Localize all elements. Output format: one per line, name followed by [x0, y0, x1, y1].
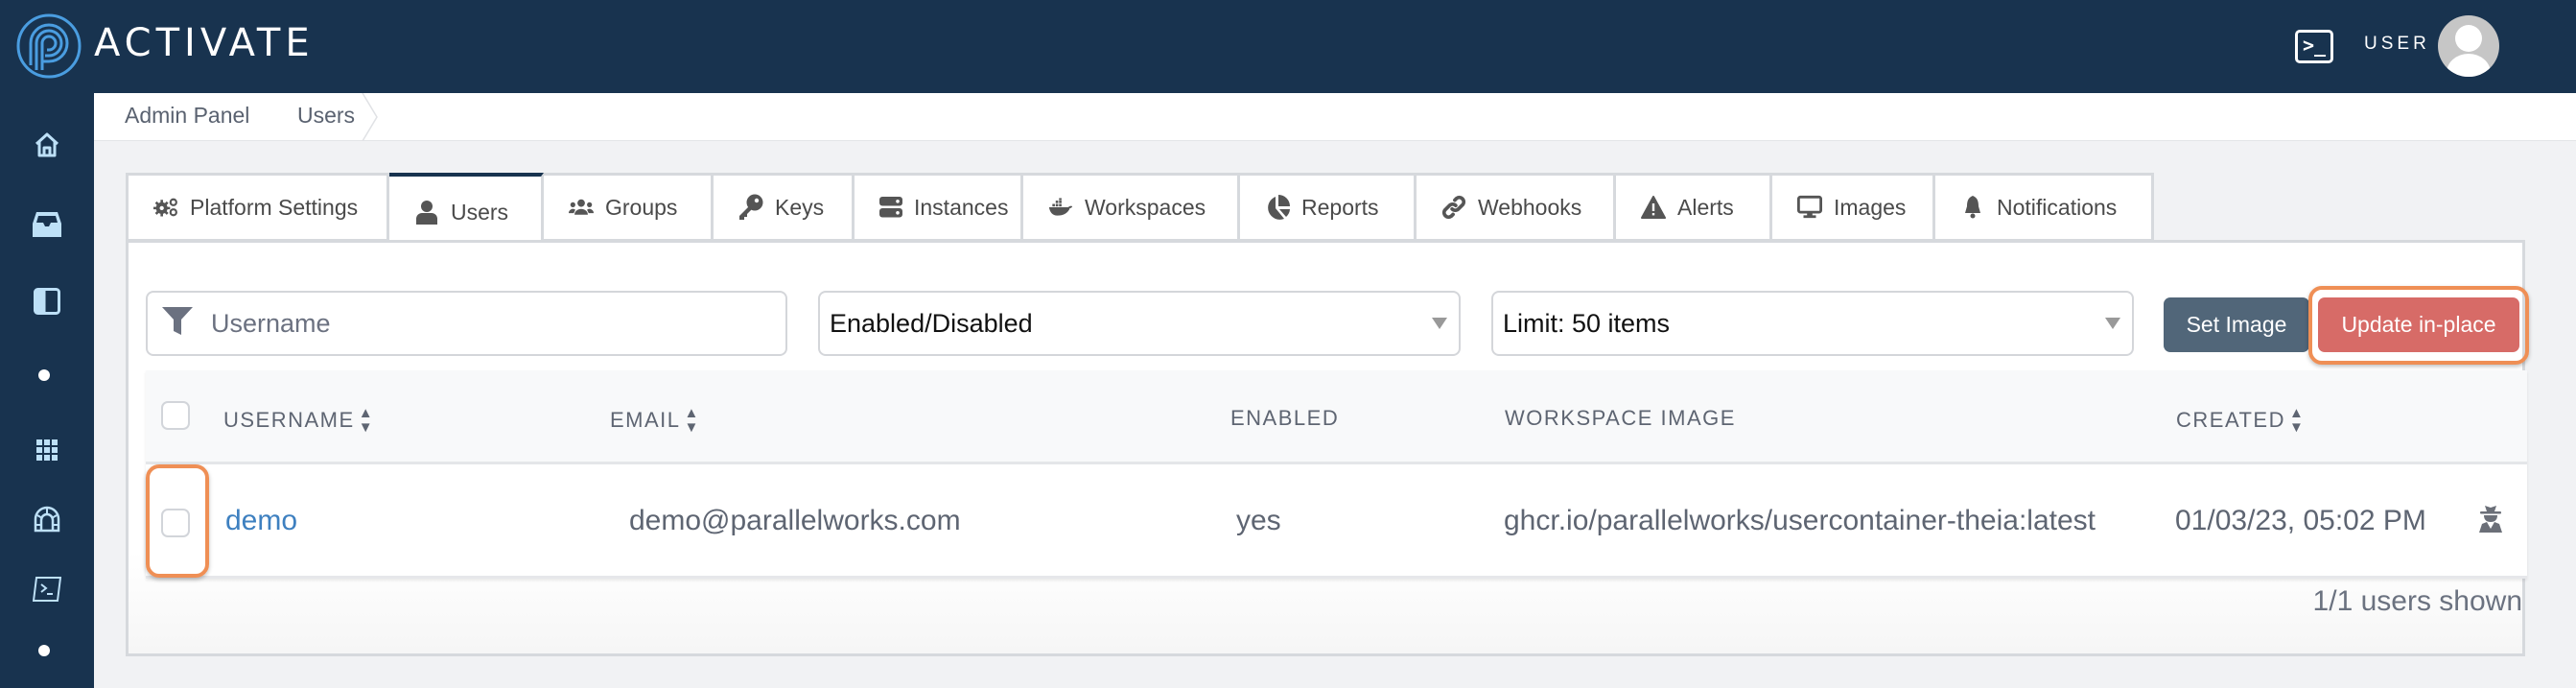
- enabled-select-value: Enabled/Disabled: [830, 308, 1033, 338]
- highlight-row-checkbox: [146, 464, 209, 578]
- tab-label: Instances: [914, 194, 1009, 220]
- username-link[interactable]: demo: [225, 505, 297, 537]
- column-header-enabled: ENABLED: [1230, 406, 1340, 430]
- column-header-email[interactable]: EMAIL ▲ ▼: [610, 406, 700, 435]
- warning-icon: [1641, 195, 1666, 220]
- dot-separator: [38, 369, 50, 381]
- brand-name: ACTIVATE: [94, 21, 315, 65]
- enabled-cell: yes: [1236, 505, 1281, 536]
- chevron-down-icon: [2105, 318, 2120, 329]
- gears-icon: [153, 195, 178, 220]
- tab-label: Groups: [605, 194, 678, 220]
- tab-keys[interactable]: Keys: [714, 173, 855, 242]
- limit-select-value: Limit: 50 items: [1503, 308, 1671, 338]
- sort-icon: ▲ ▼: [358, 405, 375, 436]
- users-shown-count: 1/1 users shown: [2312, 585, 2522, 617]
- column-header-username[interactable]: USERNAME ▲ ▼: [223, 406, 374, 435]
- tab-images[interactable]: Images: [1772, 173, 1935, 242]
- inbox-icon[interactable]: [28, 205, 66, 244]
- breadcrumb: Admin Panel Users: [94, 93, 2576, 141]
- users-panel: Username Enabled/Disabled Limit: 50 item…: [126, 240, 2529, 656]
- tab-reports[interactable]: Reports: [1240, 173, 1417, 242]
- tab-workspaces[interactable]: Workspaces: [1023, 173, 1240, 242]
- tab-notifications[interactable]: Notifications: [1935, 173, 2154, 242]
- tab-alerts[interactable]: Alerts: [1616, 173, 1772, 242]
- username-placeholder: Username: [211, 308, 331, 338]
- sort-icon: ▲ ▼: [684, 405, 700, 436]
- tab-webhooks[interactable]: Webhooks: [1417, 173, 1616, 242]
- tab-label: Users: [451, 199, 509, 225]
- tab-users[interactable]: Users: [389, 173, 544, 244]
- terminal-button[interactable]: >_: [2295, 30, 2333, 63]
- breadcrumb-separator-icon: [362, 93, 378, 141]
- user-icon: [414, 200, 439, 225]
- tab-label: Notifications: [1997, 194, 2118, 220]
- sort-icon: ▲ ▼: [2289, 405, 2306, 436]
- created-cell: 01/03/23, 05:02 PM: [2175, 505, 2426, 536]
- tab-label: Reports: [1301, 194, 1379, 220]
- admin-tabs: Platform Settings Users Groups Keys Inst…: [126, 173, 2154, 244]
- users-table: USERNAME ▲ ▼ EMAIL ▲ ▼ ENABLED WORKSPACE IMA…: [146, 370, 2527, 579]
- column-header-workspace-image: WORKSPACE IMAGE: [1505, 406, 1736, 430]
- tab-label: Webhooks: [1478, 194, 1582, 220]
- breadcrumb-users: Users: [297, 103, 356, 128]
- users-group-icon: [569, 195, 594, 220]
- user-secret-icon[interactable]: [2478, 504, 2503, 537]
- limit-select[interactable]: Limit: 50 items: [1491, 291, 2134, 356]
- table-row: demo demo@parallelworks.com yes ghcr.io/…: [146, 464, 2527, 579]
- select-all-checkbox[interactable]: [161, 401, 190, 430]
- server-icon: [879, 195, 902, 220]
- key-icon: [738, 194, 763, 220]
- tab-instances[interactable]: Instances: [855, 173, 1023, 242]
- workspace-image-cell: ghcr.io/parallelworks/usercontainer-thei…: [1504, 505, 2096, 536]
- user-avatar-icon[interactable]: [2438, 15, 2499, 77]
- tab-platform-settings[interactable]: Platform Settings: [126, 173, 389, 242]
- chevron-down-icon: [1432, 318, 1447, 329]
- tab-label: Alerts: [1677, 194, 1734, 220]
- username-filter-input[interactable]: Username: [146, 291, 787, 356]
- breadcrumb-admin-panel[interactable]: Admin Panel: [125, 103, 249, 129]
- home-icon[interactable]: [28, 126, 66, 164]
- filter-icon: [161, 305, 194, 343]
- bell-icon: [1960, 195, 1985, 220]
- column-header-created[interactable]: CREATED ▲ ▼: [2176, 406, 2305, 435]
- tab-label: Platform Settings: [190, 194, 359, 220]
- table-header: USERNAME ▲ ▼ EMAIL ▲ ▼ ENABLED WORKSPACE IMA…: [146, 370, 2527, 464]
- monitor-icon: [1797, 195, 1822, 220]
- terminal-icon: >_: [2303, 34, 2327, 57]
- set-image-button[interactable]: Set Image: [2164, 297, 2309, 352]
- link-icon: [1441, 195, 1466, 220]
- dot-separator: [38, 645, 50, 656]
- tab-label: Images: [1834, 194, 1907, 220]
- highlight-update-button: [2308, 286, 2529, 365]
- activate-logo-icon[interactable]: [15, 12, 82, 80]
- tunnel-icon[interactable]: [28, 500, 66, 538]
- email-cell: demo@parallelworks.com: [629, 505, 961, 536]
- apps-grid-icon[interactable]: [28, 431, 66, 469]
- tab-groups[interactable]: Groups: [544, 173, 714, 242]
- docker-icon: [1048, 195, 1073, 220]
- tab-label: Keys: [775, 194, 825, 220]
- pie-chart-icon: [1265, 195, 1290, 220]
- top-navbar: ACTIVATE >_ USER: [0, 0, 2576, 93]
- enabled-disabled-select[interactable]: Enabled/Disabled: [818, 291, 1461, 356]
- user-menu-label[interactable]: USER: [2364, 34, 2430, 55]
- sidebar-panel-icon[interactable]: [28, 282, 66, 320]
- terminal-icon[interactable]: [28, 570, 66, 608]
- sidebar: [0, 93, 94, 688]
- tab-label: Workspaces: [1085, 194, 1206, 220]
